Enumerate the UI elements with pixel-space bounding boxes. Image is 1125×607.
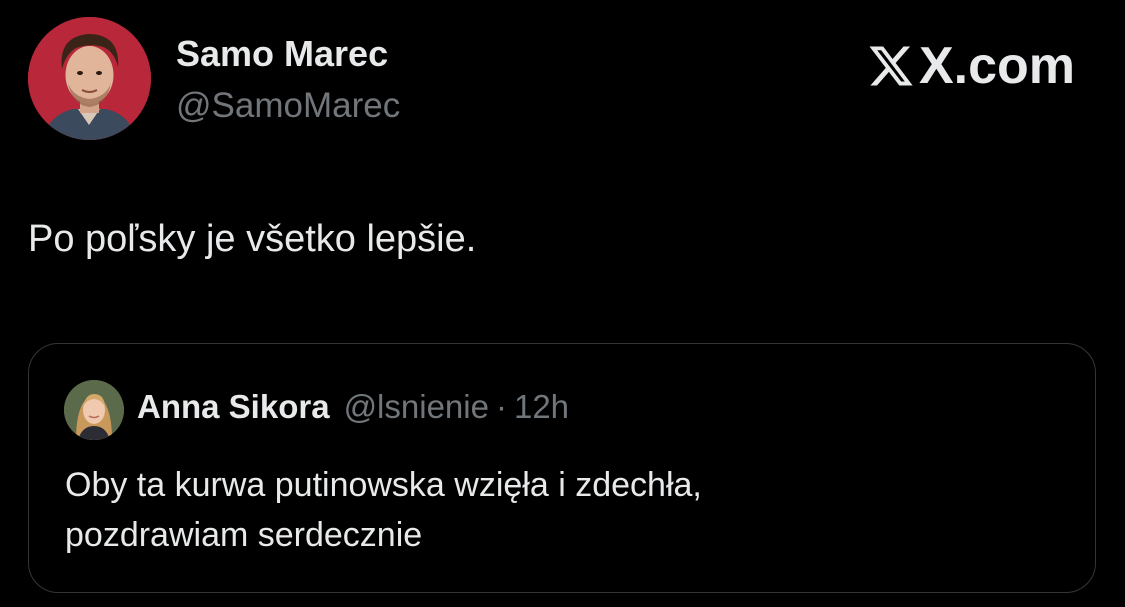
- quoted-author-avatar[interactable]: [64, 380, 124, 440]
- quoted-text-line: Oby ta kurwa putinowska wzięła i zdechła…: [65, 466, 702, 504]
- author-handle[interactable]: @SamoMarec: [176, 86, 400, 126]
- tweet-card: Samo Marec @SamoMarec X.com Po poľsky je…: [0, 0, 1125, 607]
- x-logo-icon: [869, 46, 913, 86]
- quoted-author-handle[interactable]: @lsnienie: [344, 388, 489, 426]
- author-avatar-image: [28, 17, 151, 140]
- quoted-tweet-header: Anna Sikora @lsnienie · 12h: [137, 388, 569, 426]
- quoted-author-avatar-image: [64, 380, 124, 440]
- quoted-text-line: pozdrawiam serdecznie: [65, 516, 423, 554]
- author-name[interactable]: Samo Marec: [176, 33, 388, 75]
- author-avatar[interactable]: [28, 17, 151, 140]
- quoted-author-name[interactable]: Anna Sikora: [137, 388, 330, 426]
- separator-dot: ·: [495, 388, 507, 425]
- brand-domain-text: X.com: [918, 37, 1075, 95]
- quoted-tweet[interactable]: Anna Sikora @lsnienie · 12h Oby ta kurwa…: [28, 343, 1096, 593]
- quoted-tweet-timestamp[interactable]: 12h: [514, 388, 569, 426]
- brand-watermark: X.com: [867, 34, 1075, 98]
- tweet-text: Po poľsky je všetko lepšie.: [28, 218, 477, 260]
- quoted-tweet-text: Oby ta kurwa putinowska wzięła i zdechła…: [65, 460, 1065, 560]
